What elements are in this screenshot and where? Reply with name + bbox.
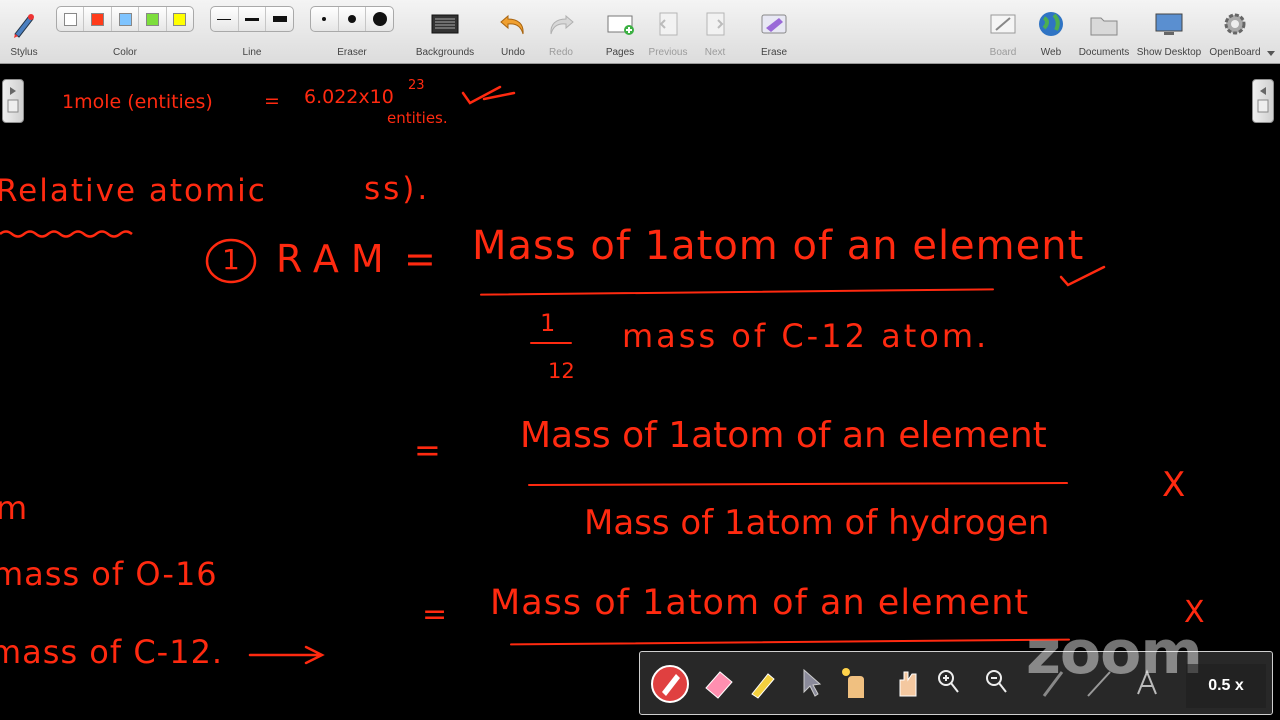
stylus-icon <box>14 14 34 38</box>
pages-button[interactable]: Pages <box>602 4 638 60</box>
mole-equals: = <box>264 90 280 112</box>
twelfth-bar <box>530 342 572 344</box>
fraction2-equals: = <box>414 431 441 469</box>
left-palette-tab[interactable] <box>2 79 24 123</box>
ram-label: RAM <box>276 237 396 281</box>
line-group: Line <box>242 47 262 58</box>
board-icon <box>990 14 1016 34</box>
redo-icon <box>550 14 574 35</box>
tick-mark <box>461 85 516 105</box>
fraction1-den-twelve: 12 <box>548 359 575 383</box>
fraction3-bar <box>510 638 1070 646</box>
backgrounds-button[interactable]: Backgrounds <box>414 4 476 60</box>
fraction2-numerator: Mass of 1atom of an element <box>520 415 1047 456</box>
toolbar-menu-arrow-icon[interactable] <box>1266 48 1276 58</box>
fraction1-denominator: mass of C-12 atom. <box>622 317 990 355</box>
highlighter-tool-icon[interactable] <box>746 666 780 700</box>
undo-button[interactable]: Undo <box>496 4 530 60</box>
fraction1-bar <box>480 288 994 296</box>
fraction1-den-one: 1 <box>540 309 556 337</box>
stylus-button[interactable]: Stylus <box>6 4 42 60</box>
entities-text: entities. <box>387 109 448 127</box>
openboard-button[interactable]: OpenBoard <box>1206 4 1264 60</box>
redo-button[interactable]: Redo <box>544 4 578 60</box>
undo-icon <box>500 14 524 35</box>
heading-text: Relative atomic <box>0 173 267 209</box>
spotlight-tool-icon[interactable] <box>838 664 872 700</box>
erase-all-icon <box>761 14 787 34</box>
pen-tool-icon[interactable] <box>650 664 690 704</box>
gear-icon <box>1224 13 1246 35</box>
avogadro-exponent: 23 <box>408 78 425 93</box>
left-fragment-c12: mass of C-12. <box>0 633 224 671</box>
globe-icon <box>1039 12 1063 36</box>
pages-icon <box>607 15 634 35</box>
zoom-in-tool-icon[interactable] <box>936 668 960 698</box>
documents-button[interactable]: Documents <box>1076 4 1132 60</box>
playback-speed-badge: 0.5 x <box>1186 664 1266 708</box>
folder-icon <box>1090 17 1118 36</box>
cross-mark-1: X <box>1162 465 1186 505</box>
web-button[interactable]: Web <box>1034 4 1068 60</box>
heading-underline <box>0 230 133 238</box>
color-group: Color <box>113 47 137 58</box>
right-arrow <box>248 645 325 665</box>
desktop-icon <box>1155 13 1183 35</box>
avogadro-value: 6.022x10 <box>304 86 394 108</box>
left-fragment-o16: mass of O-16 <box>0 555 218 593</box>
fraction1-numerator: Mass of 1atom of an element <box>472 223 1085 269</box>
fraction3-numerator: Mass of 1atom of an element <box>490 583 1030 623</box>
fraction2-bar <box>527 482 1069 486</box>
left-palette-icon <box>7 87 19 113</box>
backgrounds-icon <box>431 14 459 34</box>
zoom-logo: zoom <box>1026 618 1203 688</box>
right-palette-tab[interactable] <box>1252 79 1274 123</box>
pointer-tool-icon[interactable] <box>800 668 822 698</box>
previous-button[interactable]: Previous <box>646 4 690 60</box>
previous-page-icon <box>659 12 678 36</box>
eraser-tool-icon[interactable] <box>702 666 736 700</box>
openboard-toolbar: Stylus Color Line Eraser Backgrounds Und… <box>0 0 1280 64</box>
zoom-out-tool-icon[interactable] <box>984 668 1008 698</box>
left-fragment-m: m <box>0 489 28 527</box>
fraction2-denominator: Mass of 1atom of hydrogen <box>584 503 1050 543</box>
fraction3-equals: = <box>422 597 448 632</box>
right-palette-icon <box>1257 87 1269 113</box>
board-button[interactable]: Board <box>986 4 1020 60</box>
next-page-icon <box>706 12 725 36</box>
mole-definition-text: 1mole (entities) <box>62 91 213 113</box>
ram-equals: = <box>404 237 436 281</box>
erase-button[interactable]: Erase <box>756 4 792 60</box>
heading-tail: ss). <box>364 171 431 207</box>
eraser-group: Eraser <box>337 47 367 58</box>
hand-tool-icon[interactable] <box>892 666 926 700</box>
show-desktop-button[interactable]: Show Desktop <box>1136 4 1202 60</box>
next-button[interactable]: Next <box>696 4 734 60</box>
check-mark <box>1059 265 1106 287</box>
item-number: 1 <box>222 243 240 276</box>
